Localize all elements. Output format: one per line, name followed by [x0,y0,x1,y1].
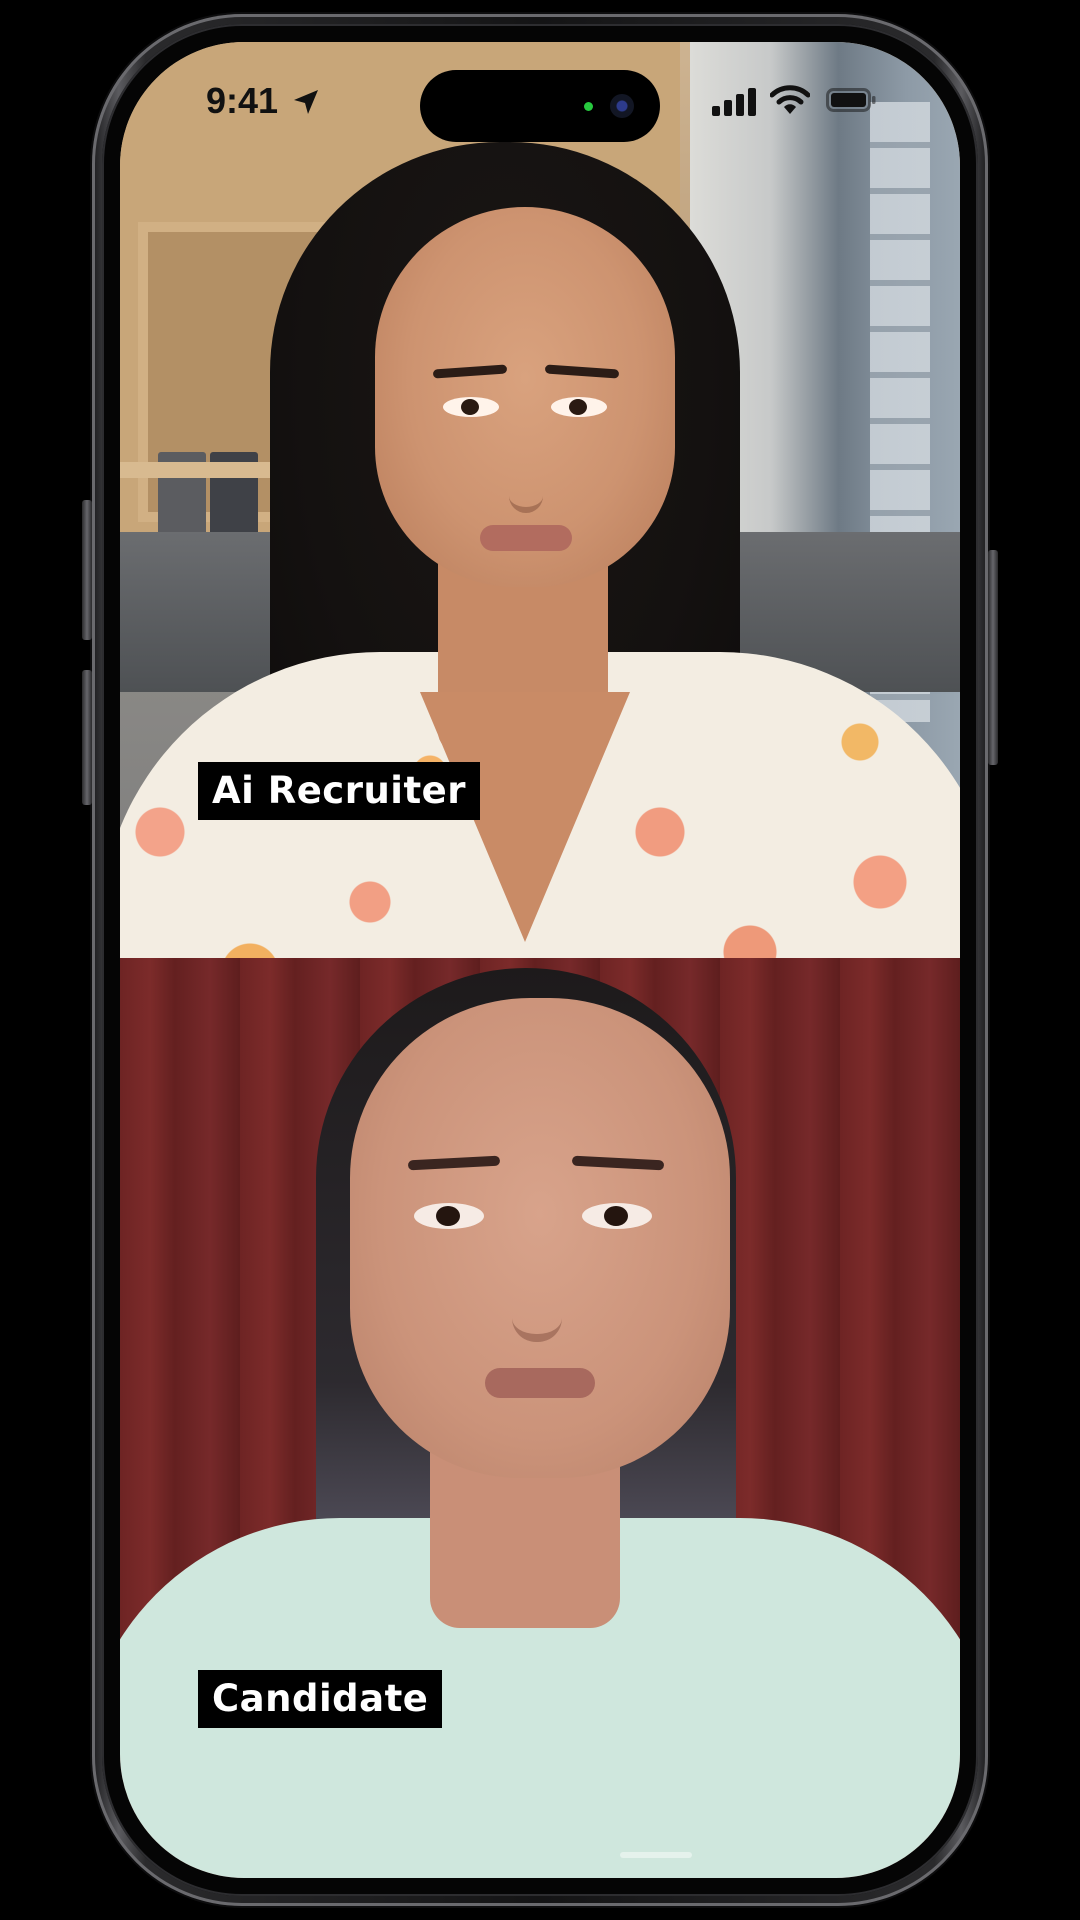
eyebrow [407,1155,501,1171]
recruiter-face [375,207,675,587]
recruiter-name-label: Ai Recruiter [198,762,481,820]
battery-icon [826,88,876,112]
home-indicator[interactable] [620,1852,692,1858]
eye [551,397,607,417]
location-arrow-icon [294,90,318,114]
candidate-name-label: Candidate [198,1670,443,1728]
status-bar: 9:41 [120,42,960,162]
candidate-face [350,998,730,1478]
dynamic-island [420,70,660,142]
lips [480,525,572,551]
recruiter-video-tile[interactable]: Ai Recruiter [120,42,960,958]
nose [509,427,543,513]
eyebrow [544,364,620,379]
camera-in-use-indicator [584,102,593,111]
eye [582,1203,652,1229]
phone-screen: Ai Recruiter Candidate 9:41 [120,42,960,1878]
eyebrow [571,1155,665,1171]
eye [414,1203,484,1229]
front-camera [610,94,634,118]
lips [485,1368,595,1398]
eye [443,397,499,417]
candidate-video-tile[interactable] [120,958,960,1878]
action-button [82,500,92,640]
volume-button [82,670,92,805]
eyebrow [432,364,508,379]
wifi-icon [770,85,810,114]
power-button [988,550,998,765]
cellular-signal-icon [712,88,756,116]
status-time: 9:41 [206,80,279,121]
nose [512,1238,562,1342]
